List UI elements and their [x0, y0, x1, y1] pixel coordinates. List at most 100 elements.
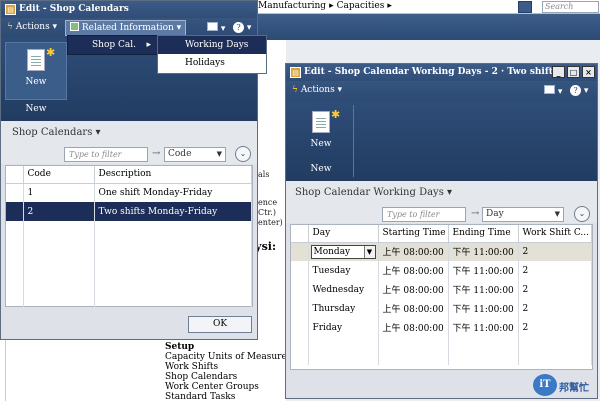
search-input[interactable]: Search [542, 1, 599, 13]
column-header-ending-time[interactable]: Ending Time [448, 225, 519, 243]
actions-menu-button[interactable]: ϟ Actions ▾ [292, 85, 342, 95]
table-row-selected[interactable]: Monday ▼ 上午 08:00:00 下午 11:00:00 2 [291, 242, 592, 261]
starting-time-cell[interactable]: 上午 08:00:00 [378, 299, 449, 318]
menu-item-holidays[interactable]: Holidays [158, 54, 266, 72]
new-button-label: New [310, 139, 332, 149]
setup-link[interactable]: Standard Tasks [165, 392, 287, 401]
page-title[interactable]: Shop Calendar Working Days ▾ [295, 187, 452, 198]
view-icon [207, 22, 218, 31]
ending-time-cell[interactable]: 下午 11:00:00 [448, 318, 519, 337]
row-marker-header [6, 166, 24, 184]
code-cell[interactable]: 2 [23, 202, 95, 221]
view-button[interactable]: ▾ [207, 22, 225, 34]
shop-calendars-table: Code Description 1 One shift Monday-Frid… [5, 165, 253, 307]
day-cell[interactable]: Wednesday [308, 280, 379, 299]
table-row[interactable]: Tuesday 上午 08:00:00 下午 11:00:00 2 [291, 261, 592, 280]
ithome-logo: iT 邦幫忙 [533, 374, 593, 396]
related-information-menu-button[interactable]: Related Information ▾ [65, 20, 187, 36]
navigation-button[interactable] [518, 1, 532, 13]
window-footer: OK [1, 307, 257, 339]
setup-link[interactable]: Work Center Groups [165, 382, 287, 392]
view-button[interactable]: ▾ [544, 85, 562, 97]
background-text-fragment: als [258, 170, 270, 179]
day-cell[interactable]: Friday [308, 318, 379, 337]
table-row[interactable]: Friday 上午 08:00:00 下午 11:00:00 2 [291, 318, 592, 337]
work-shift-code-cell[interactable]: 2 [518, 261, 592, 280]
arrow-right-icon: → [152, 148, 161, 159]
code-cell[interactable]: 1 [23, 183, 95, 202]
expand-filter-button[interactable]: ⌄ [235, 146, 251, 162]
row-marker [291, 280, 309, 299]
day-cell[interactable]: Monday ▼ [308, 242, 379, 261]
row-marker-header [291, 225, 309, 243]
close-button[interactable]: × [582, 66, 595, 78]
day-cell[interactable]: Tuesday [308, 261, 379, 280]
maximize-button[interactable]: □ [567, 66, 580, 78]
actions-label: Actions [300, 85, 335, 95]
setup-link[interactable]: Shop Calendars [165, 372, 287, 382]
work-shift-code-cell[interactable]: 2 [518, 318, 592, 337]
breadcrumb-item-capacities[interactable]: Capacities [337, 1, 385, 11]
table-row[interactable]: 1 One shift Monday-Friday [6, 183, 252, 202]
help-button[interactable]: ? ▾ [233, 22, 251, 33]
ending-time-cell[interactable]: 下午 11:00:00 [448, 242, 519, 261]
breadcrumb-item-manufacturing[interactable]: Manufacturing [258, 1, 326, 11]
chevron-down-icon: ⌄ [578, 209, 586, 218]
new-document-icon: ✱ [27, 46, 55, 71]
row-marker [6, 183, 24, 202]
lightning-icon: ϟ [7, 22, 13, 32]
work-shift-code-cell[interactable]: 2 [518, 242, 592, 261]
window-footer: iT 邦幫忙 [286, 372, 597, 398]
lightning-icon: ϟ [292, 85, 298, 95]
filter-input[interactable]: Type to filter [64, 147, 148, 162]
starting-time-cell[interactable]: 上午 08:00:00 [378, 318, 449, 337]
ending-time-cell[interactable]: 下午 11:00:00 [448, 261, 519, 280]
related-information-label: Related Information [81, 23, 174, 33]
setup-title: Setup [165, 342, 195, 352]
working-days-table: Day Starting Time Ending Time Work Shift… [290, 224, 593, 370]
setup-link[interactable]: Capacity Units of Measure [165, 352, 287, 362]
chevron-down-icon: ▼ [363, 245, 375, 258]
working-days-window: ▤ Edit - Shop Calendar Working Days - 2 … [285, 63, 598, 399]
description-cell[interactable]: One shift Monday-Friday [94, 183, 252, 202]
day-select[interactable]: Monday ▼ [310, 244, 376, 259]
filter-input[interactable]: Type to filter [382, 207, 466, 222]
table-row[interactable]: Wednesday 上午 08:00:00 下午 11:00:00 2 [291, 280, 592, 299]
table-row-selected[interactable]: 2 Two shifts Monday-Friday [6, 202, 252, 221]
menu-item-working-days[interactable]: Working Days [158, 36, 266, 54]
help-button[interactable]: ? ▾ [570, 85, 588, 96]
starting-time-cell[interactable]: 上午 08:00:00 [378, 261, 449, 280]
work-shift-code-cell[interactable]: 2 [518, 280, 592, 299]
expand-filter-button[interactable]: ⌄ [574, 206, 590, 222]
day-cell[interactable]: Thursday [308, 299, 379, 318]
row-marker [291, 261, 309, 280]
help-icon: ? [233, 22, 244, 33]
page-title[interactable]: Shop Calendars ▾ [12, 127, 101, 138]
window-title-bar[interactable]: ▤ Edit - Shop Calendar Working Days - 2 … [286, 64, 597, 81]
starting-time-cell[interactable]: 上午 08:00:00 [378, 242, 449, 261]
column-header-work-shift-code[interactable]: Work Shift C... [518, 225, 592, 243]
table-row[interactable]: Thursday 上午 08:00:00 下午 11:00:00 2 [291, 299, 592, 318]
menu-item-shop-cal[interactable]: Shop Cal. ▸ [68, 36, 157, 54]
ok-button[interactable]: OK [188, 316, 252, 333]
new-button[interactable]: ✱ New [5, 42, 67, 100]
work-shift-code-cell[interactable]: 2 [518, 299, 592, 318]
row-marker [291, 299, 309, 318]
column-header-starting-time[interactable]: Starting Time [378, 225, 449, 243]
table-header-row: Code Description [6, 166, 252, 184]
column-header-code[interactable]: Code [23, 166, 95, 184]
new-button[interactable]: ✱ New [290, 103, 352, 159]
minimize-button[interactable]: _ [552, 66, 565, 78]
actions-menu-button[interactable]: ϟ Actions ▾ [7, 22, 57, 32]
setup-link[interactable]: Work Shifts [165, 362, 287, 372]
window-title-bar[interactable]: ▤ Edit - Shop Calendars [1, 1, 257, 18]
ending-time-cell[interactable]: 下午 11:00:00 [448, 280, 519, 299]
column-header-description[interactable]: Description [94, 166, 252, 184]
filter-field-select[interactable]: Code ▼ [164, 147, 226, 162]
starting-time-cell[interactable]: 上午 08:00:00 [378, 280, 449, 299]
description-cell[interactable]: Two shifts Monday-Friday [94, 202, 252, 221]
column-header-day[interactable]: Day [308, 225, 379, 243]
ending-time-cell[interactable]: 下午 11:00:00 [448, 299, 519, 318]
filter-field-select[interactable]: Day ▼ [482, 207, 564, 222]
chevron-down-icon: ⌄ [239, 149, 247, 158]
